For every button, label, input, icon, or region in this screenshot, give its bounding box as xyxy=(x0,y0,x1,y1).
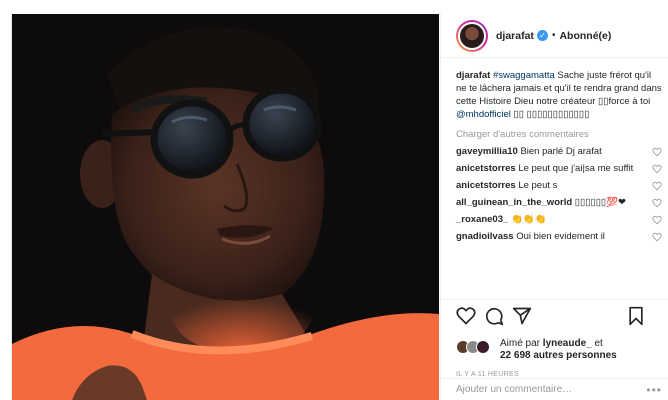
liker-avatars[interactable] xyxy=(456,338,496,356)
post-header: djarafat ✓ • Abonné(e) xyxy=(441,14,668,58)
header-username[interactable]: djarafat xyxy=(496,30,534,42)
comment-username[interactable]: _roxane03_ xyxy=(456,214,508,225)
profile-avatar[interactable] xyxy=(456,19,488,52)
bookmark-icon[interactable] xyxy=(626,306,646,326)
comment-item: anicetstorres Le peut s xyxy=(456,180,662,192)
add-comment-bar: Ajouter un commentaire… ••• xyxy=(441,378,668,400)
comment-like-heart-icon[interactable] xyxy=(652,232,662,242)
heart-icon[interactable] xyxy=(456,306,476,326)
comment-username[interactable]: gnadioilvass xyxy=(456,231,514,242)
comment-like-heart-icon[interactable] xyxy=(652,198,662,208)
comment-text: Le peut s xyxy=(518,180,558,191)
post-actions: Aimé par lyneaude_ et 22 698 autres pers… xyxy=(441,299,668,389)
action-icons-row xyxy=(456,306,658,332)
post-sidebar: djarafat ✓ • Abonné(e) djarafat #swaggam… xyxy=(440,14,668,400)
comment-username[interactable]: gaveymillia10 xyxy=(456,146,518,157)
comment-like-heart-icon[interactable] xyxy=(652,181,662,191)
comment-username[interactable]: anicetstorres xyxy=(456,180,516,191)
comment-like-heart-icon[interactable] xyxy=(652,215,662,225)
more-options-icon[interactable]: ••• xyxy=(646,383,662,397)
comment-text: Bien parlé Dj arafat xyxy=(520,146,602,157)
caption-text-2: ▯▯ ▯▯▯▯▯▯▯▯▯▯▯▯ xyxy=(510,109,590,120)
add-comment-input[interactable]: Ajouter un commentaire… xyxy=(456,384,572,395)
comment-text: ▯▯▯▯▯▯💯❤ xyxy=(574,197,626,208)
comments-section: djarafat #swaggamatta Sache juste frérot… xyxy=(441,59,668,299)
comment-username[interactable]: all_guinean_in_the_world xyxy=(456,197,572,208)
separator-dot: • xyxy=(551,30,556,41)
likes-and: et xyxy=(591,338,603,349)
liker-username[interactable]: lyneaude_ xyxy=(543,338,592,349)
comment-like-heart-icon[interactable] xyxy=(652,147,662,157)
comment-like-heart-icon[interactable] xyxy=(652,164,662,174)
portrait-illustration xyxy=(12,14,439,400)
share-icon[interactable] xyxy=(512,306,532,326)
comment-icon[interactable] xyxy=(484,306,504,326)
comment-username[interactable]: anicetstorres xyxy=(456,163,516,174)
load-more-comments-button[interactable]: Charger d'autres commentaires xyxy=(456,129,662,140)
instagram-post: djarafat ✓ • Abonné(e) djarafat #swaggam… xyxy=(11,14,668,400)
comment-text: 👏👏👏 xyxy=(510,214,547,225)
follow-status-button[interactable]: Abonné(e) xyxy=(559,30,611,42)
caption-mention-link[interactable]: @mhdofficiel xyxy=(456,109,511,120)
post-timestamp[interactable]: IL Y A 11 HEURES xyxy=(456,371,658,378)
post-caption: djarafat #swaggamatta Sache juste frérot… xyxy=(456,69,662,121)
liker-avatar xyxy=(476,340,490,354)
likes-others[interactable]: autres personnes xyxy=(531,350,616,361)
comment-item: anicetstorres Le peut que j'ai|sa me suf… xyxy=(456,163,662,175)
avatar-photo xyxy=(458,21,486,50)
caption-hashtag-link[interactable]: #swaggamatta xyxy=(493,70,555,81)
comment-text: Le peut que j'ai|sa me suffit xyxy=(518,163,634,174)
comment-item: all_guinean_in_the_world ▯▯▯▯▯▯💯❤ xyxy=(456,197,662,209)
caption-username[interactable]: djarafat xyxy=(456,70,490,81)
likes-prefix: Aimé par xyxy=(500,338,543,349)
verified-icon: ✓ xyxy=(536,30,548,41)
likes-text: Aimé par lyneaude_ et 22 698 autres pers… xyxy=(500,338,617,362)
comment-text: Oui bien evidement il xyxy=(516,231,605,242)
comment-item: gaveymillia10 Bien parlé Dj arafat xyxy=(456,146,662,158)
likes-summary: Aimé par lyneaude_ et 22 698 autres pers… xyxy=(456,338,658,362)
post-photo[interactable] xyxy=(12,14,439,400)
comment-item: _roxane03_ 👏👏👏 xyxy=(456,214,662,226)
likes-count[interactable]: 22 698 xyxy=(500,350,531,361)
comment-item: gnadioilvass Oui bien evidement il xyxy=(456,231,662,243)
